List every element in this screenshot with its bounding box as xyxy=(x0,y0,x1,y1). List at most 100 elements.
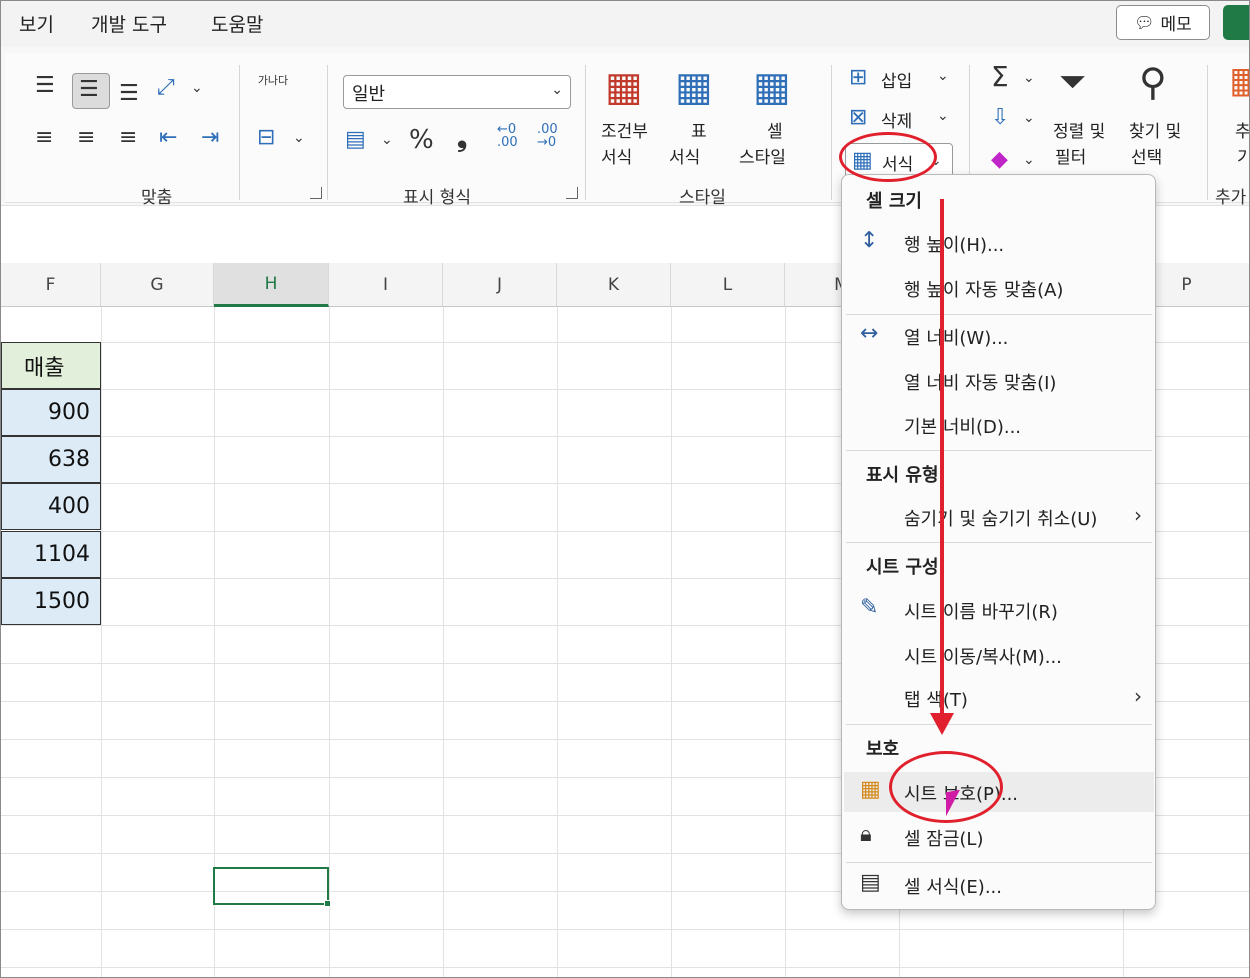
orientation-dropdown-icon[interactable]: ⌄ xyxy=(191,81,203,95)
menu-item-label: 시트 이동/복사(M)... xyxy=(904,647,1062,668)
format-cells-icon: ▤ xyxy=(860,870,881,895)
number-format-value: 일반 xyxy=(352,84,386,105)
tab-help[interactable]: 도움말 xyxy=(211,10,263,37)
sort-filter-icon: ⏷ xyxy=(1059,62,1087,102)
delete-button[interactable]: 삭제 xyxy=(881,107,912,132)
menu-item-move-copy[interactable]: 시트 이동/복사(M)... xyxy=(844,635,1154,675)
merge-center-icon[interactable]: ⊟ xyxy=(257,127,275,149)
sales-header-cell[interactable]: 매출 xyxy=(1,342,101,389)
menu-item-autofit-column[interactable]: 열 너비 자동 맞춤(I) xyxy=(844,361,1154,401)
delete-cells-icon: ⊠ xyxy=(849,105,868,130)
number-format-select[interactable]: 일반 ⌄ xyxy=(343,75,571,109)
active-cell-selection[interactable] xyxy=(213,867,331,907)
sales-cell[interactable]: 1500 xyxy=(1,578,101,625)
column-header-i[interactable]: I xyxy=(329,263,443,307)
column-header-h[interactable]: H xyxy=(214,263,329,307)
gridline xyxy=(101,307,102,977)
add-in-icon: ▦ xyxy=(1229,63,1249,99)
sales-cell[interactable]: 900 xyxy=(1,389,101,436)
protect-sheet-icon: ▦ xyxy=(860,777,881,802)
gridline xyxy=(671,307,672,977)
tab-view[interactable]: 보기 xyxy=(19,10,54,37)
accounting-dropdown-icon[interactable]: ⌄ xyxy=(381,133,393,147)
comma-style-icon[interactable]: ❟ xyxy=(457,125,467,151)
gridline xyxy=(1,967,1249,968)
insert-dropdown-icon[interactable]: ⌄ xyxy=(937,69,949,83)
sales-cell[interactable]: 638 xyxy=(1,436,101,483)
alignment-launcher-icon[interactable] xyxy=(310,187,322,199)
memo-label: 메모 xyxy=(1160,15,1192,35)
number-launcher-icon[interactable] xyxy=(566,187,578,199)
conditional-format-label-2[interactable]: 서식 xyxy=(601,143,632,168)
cell-styles-label-1[interactable]: 셀 xyxy=(767,117,783,142)
clear-icon[interactable]: ◆ xyxy=(991,149,1008,171)
menu-separator xyxy=(846,450,1152,451)
menu-item-label: 행 높이 자동 맞춤(A) xyxy=(904,280,1064,301)
mouse-cursor-icon xyxy=(946,789,960,817)
accounting-format-icon[interactable]: ▤ xyxy=(345,129,366,151)
clear-dropdown-icon[interactable]: ⌄ xyxy=(1023,153,1035,167)
delete-dropdown-icon[interactable]: ⌄ xyxy=(937,109,949,123)
menu-item-label: 열 너비(W)... xyxy=(904,328,1009,349)
menu-item-rename-sheet[interactable]: ✎ 시트 이름 바꾸기(R) xyxy=(844,590,1154,630)
increase-decimal-icon[interactable]: ←0 .00 xyxy=(497,123,527,149)
fill-handle[interactable] xyxy=(324,900,331,907)
fill-dropdown-icon[interactable]: ⌄ xyxy=(1023,111,1035,125)
sales-cell[interactable]: 400 xyxy=(1,483,101,530)
align-bottom-icon[interactable]: ☰ xyxy=(119,83,139,105)
cell-styles-icon: ▦ xyxy=(753,64,791,110)
align-center-icon[interactable]: ≡ xyxy=(77,127,95,149)
separator xyxy=(1207,65,1208,200)
fill-icon[interactable]: ⇩ xyxy=(991,107,1009,129)
format-as-table-label-1[interactable]: 표 xyxy=(691,117,707,142)
menu-item-hide-unhide[interactable]: 숨기기 및 숨기기 취소(U) › xyxy=(844,497,1154,537)
conditional-format-icon: ▦ xyxy=(605,64,643,110)
increase-indent-icon[interactable]: ⇥ xyxy=(201,127,219,149)
decrease-decimal-icon[interactable]: .00 →0 xyxy=(537,123,567,149)
addin-label-1[interactable]: 추 xyxy=(1235,117,1249,142)
menu-item-default-width[interactable]: 기본 너비(D)... xyxy=(844,405,1154,445)
tab-developer[interactable]: 개발 도구 xyxy=(91,10,167,37)
align-left-icon[interactable]: ≡ xyxy=(35,127,53,149)
sort-filter-label-1[interactable]: 정렬 및 xyxy=(1053,117,1105,142)
section-cell-size: 셀 크기 xyxy=(866,191,922,212)
find-select-label-2[interactable]: 선택 xyxy=(1131,143,1162,168)
column-header-j[interactable]: J xyxy=(443,263,557,307)
insert-button[interactable]: 삽입 xyxy=(881,67,912,92)
menu-item-lock-cell[interactable]: 🔒︎ 셀 잠금(L) xyxy=(844,817,1154,857)
annotation-arrow-line xyxy=(940,199,944,719)
wrap-text-icon[interactable]: 가나다 xyxy=(255,75,291,86)
memo-button[interactable]: 💬︎ 메모 xyxy=(1116,5,1210,40)
menu-item-format-cells[interactable]: ▤ 셀 서식(E)... xyxy=(844,865,1154,905)
menu-item-label: 기본 너비(D)... xyxy=(904,417,1022,438)
separator xyxy=(831,65,832,200)
sort-filter-label-2[interactable]: 필터 xyxy=(1055,143,1086,168)
autosum-icon[interactable]: Σ xyxy=(991,63,1009,91)
align-top-icon[interactable]: ☰ xyxy=(35,75,55,97)
percent-style-icon[interactable]: % xyxy=(409,127,434,153)
find-select-label-1[interactable]: 찾기 및 xyxy=(1129,117,1181,142)
cell-styles-label-2[interactable]: 스타일 xyxy=(739,143,786,168)
align-middle-icon[interactable]: ☰ xyxy=(79,79,99,101)
menu-item-autofit-row[interactable]: 행 높이 자동 맞춤(A) xyxy=(844,268,1154,308)
menu-item-tab-color[interactable]: 탭 색(T) › xyxy=(844,678,1154,718)
orientation-icon[interactable]: ⤢ xyxy=(157,77,175,99)
menu-item-column-width[interactable]: ↔ 열 너비(W)... xyxy=(844,316,1154,356)
align-right-icon[interactable]: ≡ xyxy=(119,127,137,149)
column-header-g[interactable]: G xyxy=(101,263,214,307)
menu-separator xyxy=(846,862,1152,863)
column-header-f[interactable]: F xyxy=(1,263,101,307)
decrease-indent-icon[interactable]: ⇤ xyxy=(159,127,177,149)
autosum-dropdown-icon[interactable]: ⌄ xyxy=(1023,71,1035,85)
share-button[interactable] xyxy=(1223,5,1249,40)
column-header-l[interactable]: L xyxy=(671,263,785,307)
row-height-icon: ↕ xyxy=(860,228,879,253)
conditional-format-label-1[interactable]: 조건부 xyxy=(601,117,648,142)
merge-dropdown-icon[interactable]: ⌄ xyxy=(293,131,305,145)
column-header-k[interactable]: K xyxy=(557,263,671,307)
menu-separator xyxy=(846,314,1152,315)
addin-label-2[interactable]: 기 xyxy=(1237,143,1249,168)
format-as-table-label-2[interactable]: 서식 xyxy=(669,143,700,168)
menu-item-row-height[interactable]: ↕ 행 높이(H)... xyxy=(844,223,1154,263)
sales-cell[interactable]: 1104 xyxy=(1,531,101,578)
